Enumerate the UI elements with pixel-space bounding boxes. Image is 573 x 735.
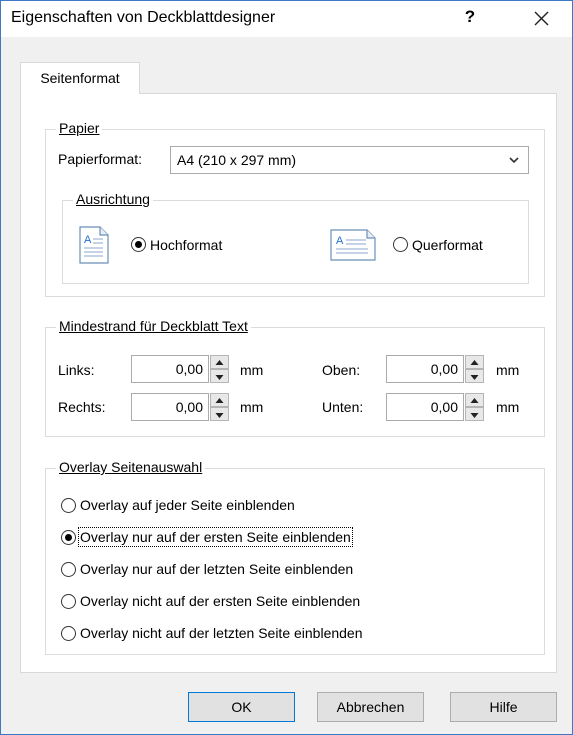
papierformat-label: Papierformat: [58,151,143,167]
overlay-option-2-label: Overlay nur auf der ersten Seite einblen… [78,527,353,547]
links-down-button[interactable] [210,369,229,383]
oben-down-button[interactable] [465,369,484,383]
close-button[interactable] [518,1,564,37]
portrait-page-icon: A [79,226,109,264]
cancel-button[interactable]: Abbrechen [317,692,424,722]
overlay-option-1-radio[interactable] [61,498,76,513]
arrow-up-icon [470,398,479,403]
close-icon [534,11,549,26]
papierformat-select[interactable]: A4 (210 x 297 mm) [170,146,529,174]
oben-input[interactable]: 0,00 [386,355,464,383]
hochformat-label: Hochformat [150,237,223,253]
ausrichtung-group-label: Ausrichtung [73,191,153,207]
help-title-button[interactable]: ? [447,1,493,37]
rechts-up-button[interactable] [210,393,229,407]
unten-down-button[interactable] [465,407,484,421]
hochformat-radio[interactable] [131,237,146,252]
links-unit: mm [240,362,264,378]
window-title: Eigenschaften von Deckblattdesigner [11,9,276,26]
overlay-option-5-label: Overlay nicht auf der letzten Seite einb… [80,625,363,641]
oben-spinner[interactable] [465,355,484,383]
arrow-up-icon [215,398,224,403]
rechts-input[interactable]: 0,00 [131,393,209,421]
ok-button-label: OK [231,699,252,715]
querformat-label: Querformat [412,237,483,253]
rechts-spinner[interactable] [210,393,229,421]
rechts-label: Rechts: [58,399,106,415]
overlay-option-4-radio[interactable] [61,594,76,609]
chevron-down-icon [509,157,519,164]
svg-text:A: A [336,235,344,247]
overlay-option-3-radio[interactable] [61,562,76,577]
arrow-up-icon [470,360,479,365]
unten-spinner[interactable] [465,393,484,421]
arrow-down-icon [470,413,479,418]
papierformat-value: A4 (210 x 297 mm) [177,152,297,168]
overlay-option-3-label: Overlay nur auf der letzten Seite einble… [80,561,354,577]
help-button-label: Hilfe [489,699,518,715]
overlay-group-label: Overlay Seitenauswahl [56,459,206,475]
dialog-window: Eigenschaften von Deckblattdesigner ? Se… [0,0,573,735]
arrow-down-icon [215,413,224,418]
unten-up-button[interactable] [465,393,484,407]
oben-up-button[interactable] [465,355,484,369]
oben-label: Oben: [322,362,361,378]
mindestrand-group-label: Mindestrand für Deckblatt Text [56,318,251,334]
tab-seitenformat[interactable]: Seitenformat [20,62,140,94]
links-label: Links: [58,362,95,378]
links-spinner[interactable] [210,355,229,383]
svg-text:A: A [84,234,92,246]
arrow-down-icon [470,375,479,380]
overlay-option-4-label: Overlay nicht auf der ersten Seite einbl… [80,593,361,609]
rechts-down-button[interactable] [210,407,229,421]
unten-unit: mm [496,399,520,415]
overlay-option-1-label: Overlay auf jeder Seite einblenden [80,497,295,513]
overlay-option-2-radio[interactable] [61,530,76,545]
rechts-unit: mm [240,399,264,415]
unten-input[interactable]: 0,00 [386,393,464,421]
help-title-label: ? [464,7,476,26]
querformat-radio[interactable] [393,237,408,252]
oben-unit: mm [496,362,520,378]
arrow-up-icon [215,360,224,365]
title-bar: Eigenschaften von Deckblattdesigner ? [1,1,572,37]
ok-button[interactable]: OK [188,692,295,722]
landscape-page-icon: A [330,229,376,261]
unten-label: Unten: [322,399,364,415]
overlay-option-5-radio[interactable] [61,626,76,641]
arrow-down-icon [215,375,224,380]
papier-group-label: Papier [56,120,103,136]
links-input[interactable]: 0,00 [131,355,209,383]
links-up-button[interactable] [210,355,229,369]
help-button[interactable]: Hilfe [450,692,557,722]
tab-seitenformat-label: Seitenformat [40,70,120,86]
cancel-button-label: Abbrechen [336,699,405,715]
